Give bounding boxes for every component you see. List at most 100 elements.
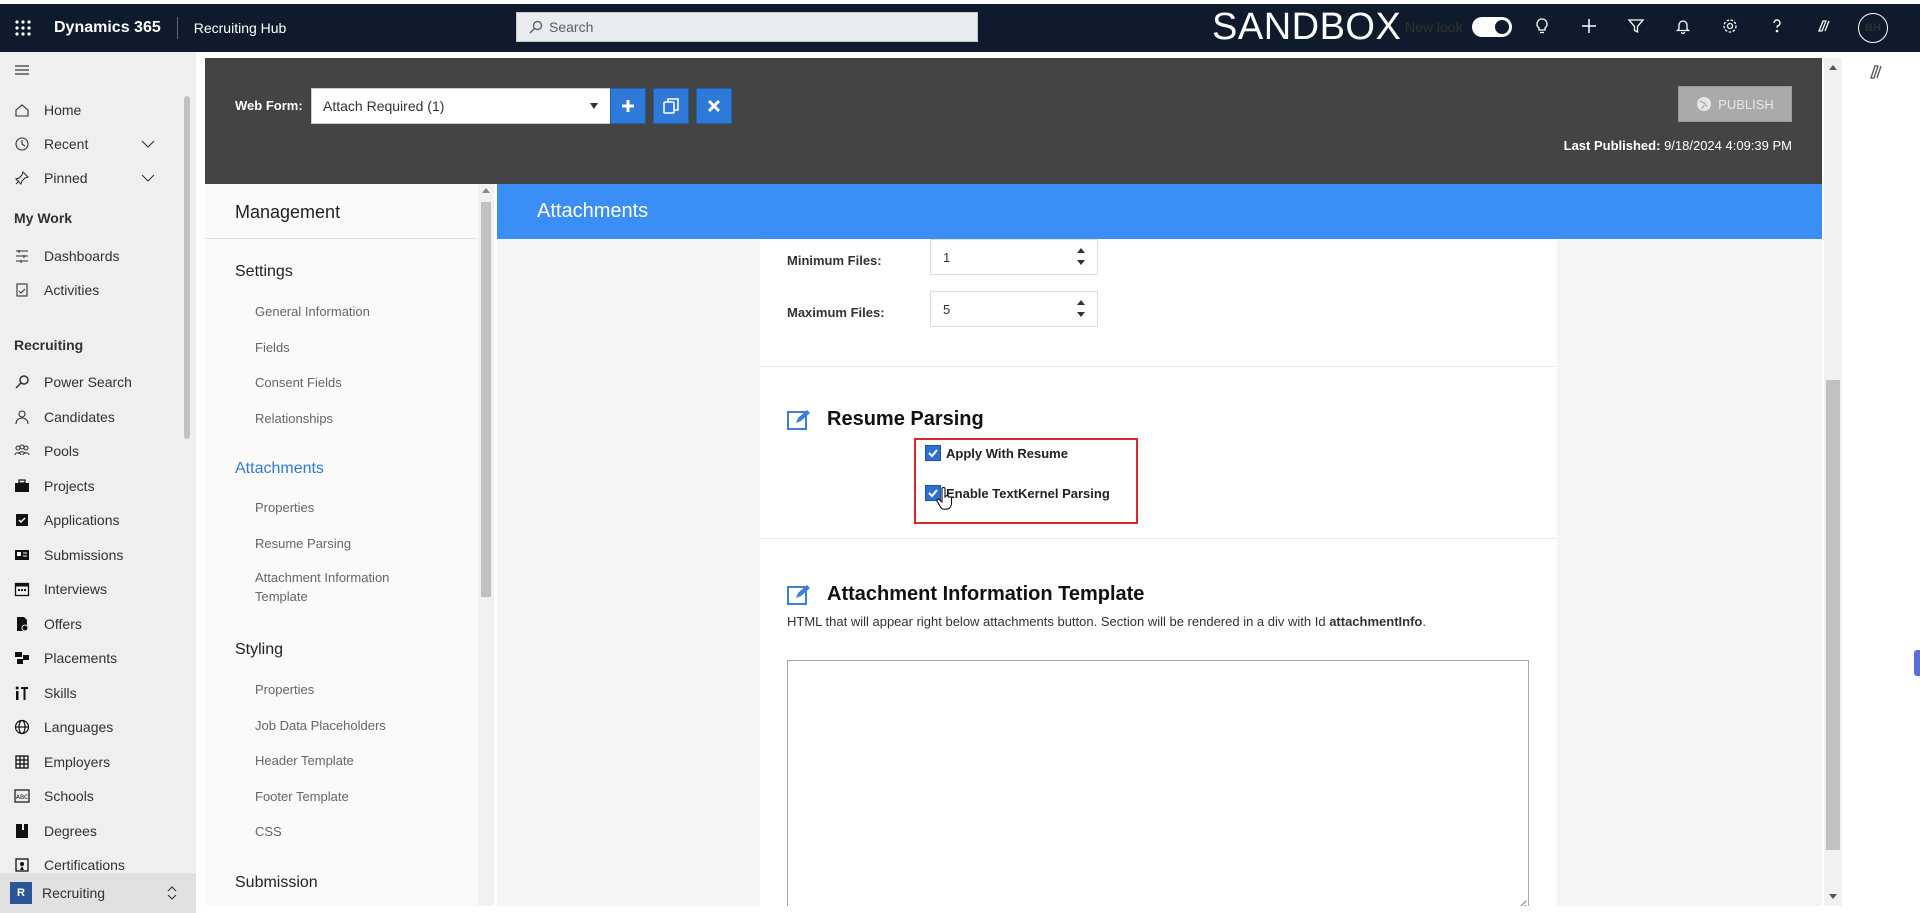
abc-icon: ABC <box>14 788 30 804</box>
scroll-up-arrow-icon[interactable] <box>482 188 490 193</box>
scrollbar-thumb[interactable] <box>481 202 491 597</box>
global-search-input[interactable]: Search <box>516 12 978 42</box>
sidebar-item-placements[interactable]: Placements <box>0 642 180 674</box>
sidebar-item-home[interactable]: Home <box>0 94 180 126</box>
mgmt-link-general-information[interactable]: General Information <box>255 302 435 321</box>
calendar-icon <box>14 581 30 597</box>
sidebar-item-projects[interactable]: Projects <box>0 470 180 502</box>
management-scrollbar[interactable] <box>478 184 494 906</box>
mgmt-link-job-data-placeholders[interactable]: Job Data Placeholders <box>255 716 435 735</box>
chevron-down-icon[interactable] <box>140 170 156 186</box>
mgmt-group-styling[interactable]: Styling <box>235 641 283 659</box>
last-published-info: Last Published: 9/18/2024 4:09:39 PM <box>1564 138 1792 153</box>
search-placeholder: Search <box>549 19 594 35</box>
filter-icon[interactable] <box>1624 14 1648 38</box>
sidebar-item-skills[interactable]: Skills <box>0 677 180 709</box>
minimum-files-input[interactable]: 1 <box>930 239 1098 275</box>
scroll-down-arrow-icon[interactable] <box>1829 894 1837 899</box>
spinner-arrows-icon[interactable] <box>1077 248 1085 268</box>
copilot-pane-icon[interactable] <box>1866 62 1886 82</box>
edit-icon[interactable] <box>787 584 813 606</box>
sidebar-item-candidates[interactable]: Candidates <box>0 401 180 433</box>
resize-grip-icon[interactable] <box>1516 899 1526 906</box>
mgmt-link-relationships[interactable]: Relationships <box>255 409 435 428</box>
sidebar-item-interviews[interactable]: Interviews <box>0 573 180 605</box>
copy-web-form-button[interactable] <box>653 88 689 124</box>
add-web-form-button[interactable] <box>610 88 646 124</box>
scroll-up-arrow-icon[interactable] <box>1829 65 1837 70</box>
apply-with-resume-checkbox[interactable]: Apply With Resume <box>925 445 1068 461</box>
description-text: HTML that will appear right below attach… <box>787 614 1330 629</box>
app-launcher-icon[interactable] <box>0 4 46 52</box>
mgmt-link-fields[interactable]: Fields <box>255 338 435 357</box>
certificate-icon <box>14 857 30 873</box>
area-switcher[interactable]: R Recruiting <box>0 873 196 913</box>
notification-bell-icon[interactable] <box>1671 14 1695 38</box>
web-form-select[interactable]: Attach Required (1) <box>311 88 611 124</box>
new-look-toggle[interactable] <box>1472 17 1512 37</box>
sidebar-item-offers[interactable]: Offers <box>0 608 180 640</box>
lightbulb-icon[interactable] <box>1530 14 1554 38</box>
user-avatar[interactable]: BH <box>1858 13 1888 43</box>
mgmt-link-attachment-information-template[interactable]: Attachment Information Template <box>255 568 405 606</box>
mgmt-link-header-template[interactable]: Header Template <box>255 751 435 770</box>
sidebar-item-dashboards[interactable]: Dashboards <box>0 240 180 272</box>
attachment-template-description: HTML that will appear right below attach… <box>787 614 1426 629</box>
sidebar-item-power-search[interactable]: Power Search <box>0 366 180 398</box>
sidebar-item-pools[interactable]: Pools <box>0 435 180 467</box>
content-scrollbar[interactable] <box>1824 58 1842 906</box>
mgmt-link-styling-properties[interactable]: Properties <box>255 680 435 699</box>
publish-button[interactable]: PUBLISH <box>1678 86 1792 122</box>
new-plus-icon[interactable] <box>1577 14 1601 38</box>
mgmt-group-settings[interactable]: Settings <box>235 263 293 281</box>
sidebar-item-label: Power Search <box>44 374 132 390</box>
settings-gear-icon[interactable] <box>1718 14 1742 38</box>
site-map-sidebar: Home Recent Pinned My Work Dashboards Ac… <box>0 52 196 913</box>
sidebar-item-activities[interactable]: Activities <box>0 274 180 306</box>
spinner-arrows-icon[interactable] <box>1077 300 1085 320</box>
checkbox-icon <box>14 512 30 528</box>
mgmt-group-attachments[interactable]: Attachments <box>235 460 324 478</box>
pin-icon <box>14 170 30 186</box>
delete-web-form-button[interactable] <box>696 88 732 124</box>
sidebar-item-pinned[interactable]: Pinned <box>0 162 180 194</box>
sidebar-item-degrees[interactable]: Degrees <box>0 815 180 847</box>
sidebar-item-languages[interactable]: Languages <box>0 711 180 743</box>
mgmt-link-attachment-properties[interactable]: Properties <box>255 498 435 517</box>
minimum-files-label: Minimum Files: <box>787 253 882 268</box>
mgmt-link-consent-fields[interactable]: Consent Fields <box>255 373 435 392</box>
attachment-template-textarea[interactable] <box>787 660 1529 906</box>
sidebar-item-applications[interactable]: Applications <box>0 504 180 536</box>
hand-pointer-cursor-icon <box>936 487 953 510</box>
sidebar-item-label: Placements <box>44 650 118 666</box>
side-panel-tab[interactable] <box>1914 650 1920 676</box>
mgmt-link-footer-template[interactable]: Footer Template <box>255 787 435 806</box>
sidebar-item-label: Pools <box>44 443 80 459</box>
sidebar-item-label: Home <box>44 102 82 118</box>
help-question-icon[interactable] <box>1765 14 1789 38</box>
mgmt-link-resume-parsing[interactable]: Resume Parsing <box>255 534 435 553</box>
sidebar-scrollbar[interactable] <box>184 96 190 439</box>
sidebar-item-label: Recent <box>44 136 89 152</box>
sidebar-item-label: Certifications <box>44 857 125 873</box>
mgmt-group-submission[interactable]: Submission <box>235 874 318 892</box>
sitemap-collapse-button[interactable] <box>0 54 180 86</box>
attachments-content: Attachments Minimum Files: 1 Maximum Fil… <box>497 184 1822 906</box>
sidebar-item-schools[interactable]: ABC Schools <box>0 780 180 812</box>
app-name[interactable]: Dynamics 365 <box>54 17 178 39</box>
document-icon <box>14 616 30 632</box>
chevron-down-icon[interactable] <box>140 136 156 152</box>
checkbox-checked-icon[interactable] <box>925 445 941 461</box>
hub-name[interactable]: Recruiting Hub <box>194 20 287 36</box>
description-suffix: . <box>1422 614 1426 629</box>
edit-icon[interactable] <box>787 409 813 431</box>
scrollbar-thumb[interactable] <box>1826 380 1840 850</box>
attachments-form-panel: Minimum Files: 1 Maximum Files: 5 Resume… <box>760 239 1557 906</box>
maximum-files-input[interactable]: 5 <box>930 291 1098 327</box>
sidebar-item-employers[interactable]: Employers <box>0 746 180 778</box>
mgmt-link-css[interactable]: CSS <box>255 822 435 841</box>
sidebar-item-recent[interactable]: Recent <box>0 128 180 160</box>
sidebar-item-submissions[interactable]: Submissions <box>0 539 180 571</box>
sidebar-item-label: Languages <box>44 719 114 735</box>
copilot-icon[interactable] <box>1812 14 1836 38</box>
